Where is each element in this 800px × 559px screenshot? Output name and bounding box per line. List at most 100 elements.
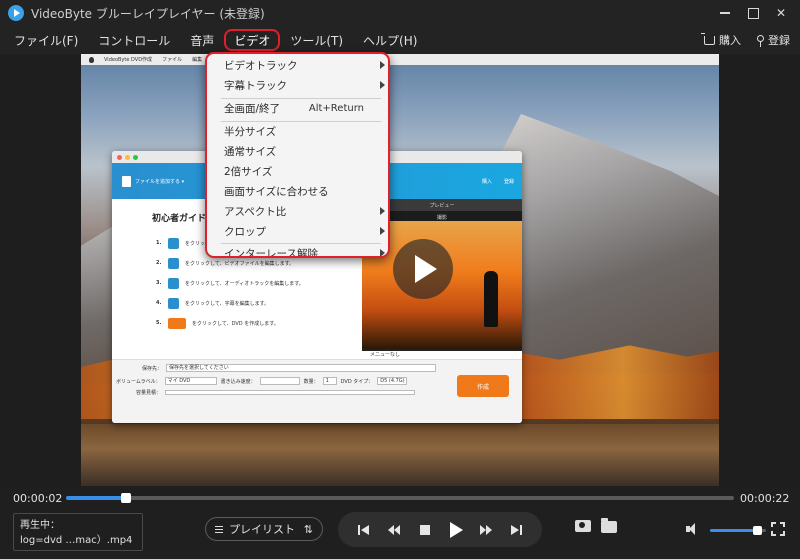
submenu-arrow-icon <box>380 207 385 215</box>
menu-none-checkbox: メニューなし <box>370 352 401 358</box>
mac-min-dot <box>125 154 130 160</box>
create-button: 作成 <box>457 375 509 397</box>
dvd-buy-label: 購入 <box>481 178 492 185</box>
stop-button[interactable] <box>414 519 436 541</box>
playlist-button[interactable]: プレイリスト ⇅ <box>205 517 323 541</box>
menu-file[interactable]: ファイル(F) <box>4 29 88 51</box>
copies-field: 1 <box>322 377 337 385</box>
menu-tools[interactable]: ツール(T) <box>280 29 353 51</box>
menu-item-label: 2倍サイズ <box>224 165 273 178</box>
menu-item-label: 全画面/終了 <box>224 102 281 115</box>
rewind-button[interactable] <box>383 519 405 541</box>
menu-shortcut: Alt+Return <box>308 102 364 114</box>
menu-item-label: 半分サイズ <box>224 125 277 138</box>
step-number: 4. <box>156 300 162 306</box>
guide-step: 3. をクリックして、オーディオトラックを編集します。 <box>156 273 366 293</box>
create-label: 作成 <box>476 383 489 391</box>
now-playing-file: log=dvd …mac）.mp4 <box>20 535 133 546</box>
step-text: をクリックして、DVD を作成します。 <box>192 320 279 327</box>
video-display[interactable]: VideoByte DVD作成 ファイル 編集 ファイルを追加する ▾ 購入 登… <box>81 54 719 486</box>
window-title: VideoByte ブルーレイプレイヤー (未登録) <box>31 6 265 21</box>
menu-fit-screen[interactable]: 画面サイズに合わせる <box>207 182 388 200</box>
fullscreen-icon[interactable] <box>770 521 786 537</box>
menu-bar: ファイル(F) コントロール 音声 ビデオ ツール(T) ヘルプ(H) 購入 登… <box>0 26 800 54</box>
mac-menu-edit: 編集 <box>192 57 203 63</box>
menu-audio[interactable]: 音声 <box>180 29 224 51</box>
menu-video-track[interactable]: ビデオトラック <box>207 56 388 74</box>
create-icon <box>168 317 186 329</box>
file-icon <box>168 237 179 249</box>
title-bar: VideoByte ブルーレイプレイヤー (未登録) ✕ <box>0 0 800 26</box>
capacity-label: 容量見積： <box>136 390 162 396</box>
submenu-arrow-icon <box>380 61 385 69</box>
transport-controls <box>338 512 542 547</box>
copies-label: 数量： <box>303 378 319 385</box>
key-icon <box>757 34 764 47</box>
volume-level <box>710 529 758 532</box>
register-label: 登録 <box>768 34 790 47</box>
guide-step: 4. をクリックして、字幕を編集します。 <box>156 293 366 313</box>
submenu-arrow-icon <box>380 249 385 256</box>
register-button[interactable]: 登録 <box>757 32 790 48</box>
close-button[interactable]: ✕ <box>774 6 788 20</box>
volume-handle[interactable] <box>753 526 763 535</box>
volume-icon[interactable] <box>686 523 700 535</box>
edit-icon <box>168 257 179 269</box>
menu-control[interactable]: コントロール <box>88 29 180 51</box>
previous-button[interactable] <box>352 519 374 541</box>
dvd-settings: 保存先： 保存先を選択してください ボリュームラベル： マイ DVD 書き込み速… <box>112 359 522 423</box>
menu-normal-size[interactable]: 通常サイズ <box>207 142 388 160</box>
step-text: をクリックして、字幕を編集します。 <box>185 300 270 307</box>
menu-double-size[interactable]: 2倍サイズ <box>207 162 388 180</box>
seek-handle[interactable] <box>121 493 132 503</box>
menu-item-label: 画面サイズに合わせる <box>224 185 329 198</box>
volume-slider[interactable] <box>710 526 766 535</box>
now-playing-box: 再生中： log=dvd …mac）.mp4 <box>13 513 143 551</box>
step-text: をクリックして、ビデオファイルを編集します。 <box>185 260 295 267</box>
video-menu-dropdown: ビデオトラック 字幕トラック 全画面/終了 Alt+Return 半分サイズ 通常… <box>205 52 390 258</box>
menu-item-label: インターレース解除 <box>224 247 318 258</box>
open-folder-icon[interactable] <box>601 518 617 533</box>
minimize-button[interactable] <box>718 6 732 20</box>
buy-button[interactable]: 購入 <box>701 32 741 48</box>
fast-forward-button[interactable] <box>475 519 497 541</box>
menu-item-label: ビデオトラック <box>224 59 298 72</box>
menu-deinterlace[interactable]: インターレース解除 <box>207 244 388 258</box>
step-number: 2. <box>156 260 162 266</box>
mac-max-dot <box>133 154 138 160</box>
volume-label-field: マイ DVD <box>164 377 217 385</box>
play-button[interactable] <box>444 519 466 541</box>
sort-icon[interactable]: ⇅ <box>304 523 313 536</box>
control-bar: 再生中： log=dvd …mac）.mp4 プレイリスト ⇅ <box>0 512 800 559</box>
menu-video[interactable]: ビデオ <box>224 29 281 51</box>
snapshot-camera-icon[interactable] <box>575 520 591 532</box>
menu-item-label: 字幕トラック <box>224 79 287 92</box>
menu-half-size[interactable]: 半分サイズ <box>207 122 388 140</box>
volume-label-label: ボリュームラベル： <box>116 378 161 385</box>
next-button[interactable] <box>506 519 528 541</box>
menu-aspect-ratio[interactable]: アスペクト比 <box>207 202 388 220</box>
seek-bar[interactable] <box>66 493 734 503</box>
list-icon <box>215 525 223 533</box>
mac-menu-file: ファイル <box>162 57 183 63</box>
timeline-bar: 00:00:02 00:00:22 <box>0 486 800 512</box>
menu-crop[interactable]: クロップ <box>207 222 388 240</box>
mac-menubar: VideoByte DVD作成 ファイル 編集 <box>81 54 719 65</box>
guide-step: 5. をクリックして、DVD を作成します。 <box>156 313 366 333</box>
current-time: 00:00:02 <box>13 492 63 505</box>
playlist-label: プレイリスト <box>229 523 295 536</box>
app-logo-icon <box>8 5 24 21</box>
audio-icon <box>168 277 179 289</box>
save-to-field: 保存先を選択してください <box>166 364 437 372</box>
capacity-bar <box>165 390 416 395</box>
step-number: 1. <box>156 240 162 246</box>
menu-subtitle-track[interactable]: 字幕トラック <box>207 76 388 94</box>
submenu-arrow-icon <box>380 227 385 235</box>
maximize-button[interactable] <box>746 6 760 20</box>
menu-item-label: アスペクト比 <box>224 205 287 218</box>
seek-progress <box>66 496 127 500</box>
menu-help[interactable]: ヘルプ(H) <box>353 29 427 51</box>
lake <box>81 424 719 486</box>
step-number: 5. <box>156 320 162 326</box>
menu-fullscreen[interactable]: 全画面/終了 Alt+Return <box>207 99 388 117</box>
